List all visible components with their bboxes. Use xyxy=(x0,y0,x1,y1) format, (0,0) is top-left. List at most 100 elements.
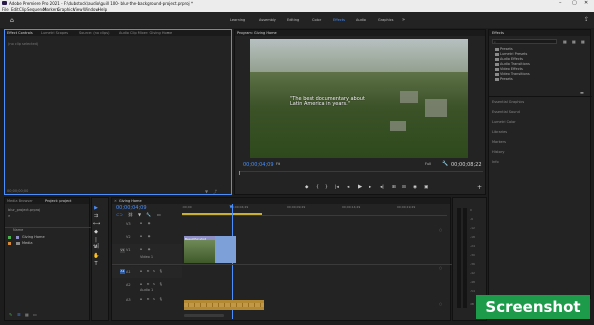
menu-help[interactable]: Help xyxy=(98,7,107,12)
panel-markers[interactable]: Markers xyxy=(492,140,506,144)
wrench-icon[interactable]: 🔧 xyxy=(146,212,151,217)
panel-history[interactable]: History xyxy=(492,150,504,154)
track-scroll-handle[interactable]: ○ xyxy=(439,266,442,270)
track-header-a1[interactable]: A1 A1 ⊟ M S 🎙 xyxy=(112,266,182,278)
go-to-in-button[interactable]: |◂ xyxy=(335,185,339,190)
track-header-a3[interactable]: A3 ⊟ M S 🎙 xyxy=(112,294,182,306)
go-to-out-button[interactable]: ◂| xyxy=(380,185,384,190)
panel-essential-graphics[interactable]: Essential Graphics xyxy=(492,100,524,104)
selection-tool-icon[interactable]: ▶ xyxy=(93,205,99,211)
share-icon[interactable]: ⇪ xyxy=(584,16,589,23)
workspace-tab-editing[interactable]: Editing xyxy=(287,18,299,22)
zoom-select[interactable]: Fit xyxy=(276,162,280,166)
panel-libraries[interactable]: Libraries xyxy=(492,130,507,134)
yuv-effects-icon[interactable]: ▦ xyxy=(581,39,585,44)
wrench-icon[interactable]: 🔧 xyxy=(442,161,448,167)
menu-clip[interactable]: Clip xyxy=(19,7,27,12)
timeline-horizontal-scrollbar[interactable] xyxy=(184,314,224,317)
eye-icon[interactable]: ◉ xyxy=(146,234,152,239)
program-current-timecode[interactable]: 00;00;04;09 xyxy=(243,162,274,168)
32bit-effects-icon[interactable]: ▦ xyxy=(572,39,576,44)
effects-folder-audio-transitions[interactable]: Audio Transitions xyxy=(495,62,530,66)
comparison-view-button[interactable]: ▣ xyxy=(424,185,428,190)
effects-folder-lumetri-presets[interactable]: Lumetri Presets xyxy=(495,52,527,56)
timeline-timecode[interactable]: 00;00;04;09 xyxy=(116,205,147,211)
freeform-view-icon[interactable]: ▭ xyxy=(33,312,37,317)
workspace-tab-effects[interactable]: Effects xyxy=(333,18,345,22)
track-scroll-handle[interactable]: ○ xyxy=(439,228,442,232)
accelerated-effects-icon[interactable]: ▦ xyxy=(563,39,567,44)
audio-clip[interactable] xyxy=(184,300,264,310)
workspace-tab-graphics[interactable]: Graphics xyxy=(378,18,393,22)
play-button[interactable]: ▶ xyxy=(358,184,362,190)
mark-out-button[interactable]: } xyxy=(325,185,328,190)
project-item[interactable]: Giving Home xyxy=(8,235,88,240)
menu-window[interactable]: Window xyxy=(83,7,99,12)
panel-lumetri-color[interactable]: Lumetri Color xyxy=(492,120,516,124)
tab-media-browser[interactable]: Media Browser xyxy=(7,199,33,203)
type-tool-icon[interactable]: T xyxy=(93,261,99,267)
menu-file[interactable]: File xyxy=(2,7,9,12)
workspaces-overflow-icon[interactable]: » xyxy=(402,17,405,23)
icon-view-icon[interactable]: ▦ xyxy=(25,312,29,317)
tab-audio-clip-mixer[interactable]: Audio Clip Mixer: Giving Home xyxy=(119,31,172,35)
extract-button[interactable]: ⊟ xyxy=(402,185,406,190)
menu-edit[interactable]: Edit xyxy=(11,7,19,12)
step-forward-button[interactable]: ▸ xyxy=(369,185,371,190)
solo-button[interactable]: S xyxy=(151,269,157,274)
effects-panel-title[interactable]: Effects xyxy=(492,31,504,35)
effects-search-input[interactable]: ⌕ xyxy=(492,39,557,44)
toggle-sync-lock-icon[interactable]: ⊟ xyxy=(138,282,144,287)
track-scroll-handle[interactable]: ○ xyxy=(439,302,442,306)
mark-in-button[interactable]: { xyxy=(316,185,319,190)
program-scrub-bar[interactable] xyxy=(239,171,483,172)
toggle-sync-lock-icon[interactable]: ⊟ xyxy=(138,297,144,302)
program-video-frame[interactable]: "The best documentary about Latin Americ… xyxy=(250,39,468,158)
filter-icon[interactable]: ▼ xyxy=(205,189,208,194)
tab-project[interactable]: Project: project xyxy=(45,199,71,203)
panel-info[interactable]: Info xyxy=(492,160,499,164)
tab-effect-controls[interactable]: Effect Controls xyxy=(7,31,33,35)
track-header-v2[interactable]: V2 ⊟ ◉ xyxy=(112,231,182,243)
microphone-icon[interactable]: 🎙 xyxy=(158,282,164,287)
list-view-icon[interactable]: ☰ xyxy=(17,312,21,317)
work-area-bar[interactable] xyxy=(182,213,262,215)
sequence-tab[interactable]: Giving Home xyxy=(119,199,142,203)
step-back-button[interactable]: ◂ xyxy=(347,185,349,190)
lift-button[interactable]: ⊞ xyxy=(392,185,396,190)
pen-tool-icon[interactable]: ✒ xyxy=(93,245,99,251)
tab-lumetri-scopes[interactable]: Lumetri Scopes xyxy=(41,31,68,35)
track-header-v1[interactable]: V1 V1 ⊟ ◉ Video 1 xyxy=(112,244,182,264)
lock-icon[interactable]: ✎ xyxy=(9,312,12,317)
export-icon[interactable]: ⤴ xyxy=(213,189,217,195)
microphone-icon[interactable]: 🎙 xyxy=(158,269,164,274)
toggle-sync-lock-icon[interactable]: ⊟ xyxy=(138,247,144,252)
captions-icon[interactable]: ▭ xyxy=(157,212,161,217)
button-editor-icon[interactable]: + xyxy=(477,184,482,191)
effects-folder-audio-effects[interactable]: Audio Effects xyxy=(495,57,523,61)
effects-folder-video-effects[interactable]: Video Effects xyxy=(495,67,523,71)
export-frame-button[interactable]: ◉ xyxy=(413,185,417,190)
add-marker-button[interactable]: ◆ xyxy=(305,185,308,190)
eye-icon[interactable]: ◉ xyxy=(146,221,152,226)
add-marker-icon[interactable]: ▼ xyxy=(138,212,141,217)
project-item[interactable]: Media xyxy=(8,241,88,246)
column-header-name[interactable]: Name xyxy=(13,228,23,232)
tab-source[interactable]: Source: (no clips) xyxy=(79,31,109,35)
program-monitor-title[interactable]: Program: Giving Home xyxy=(237,31,277,35)
effects-folder-video-transitions[interactable]: Video Transitions xyxy=(495,72,530,76)
program-playhead[interactable] xyxy=(239,171,240,175)
linked-selection-icon[interactable]: ⛓ xyxy=(128,212,133,217)
toggle-sync-lock-icon[interactable]: ⊟ xyxy=(138,221,144,226)
eye-icon[interactable]: ◉ xyxy=(146,247,152,252)
track-header-v3[interactable]: V3 ⊟ ◉ xyxy=(112,218,182,230)
razor-tool-icon[interactable]: ◆ xyxy=(93,229,99,235)
menu-view[interactable]: View xyxy=(73,7,83,12)
ripple-edit-tool-icon[interactable]: ⟷ xyxy=(93,221,100,227)
new-bin-icon[interactable]: ▬ xyxy=(580,90,584,95)
quality-select[interactable]: Full xyxy=(425,162,431,166)
solo-button[interactable]: S xyxy=(151,282,157,287)
panel-overflow-icon[interactable]: » xyxy=(167,31,169,35)
toggle-sync-lock-icon[interactable]: ⊟ xyxy=(138,234,144,239)
panel-essential-sound[interactable]: Essential Sound xyxy=(492,110,520,114)
